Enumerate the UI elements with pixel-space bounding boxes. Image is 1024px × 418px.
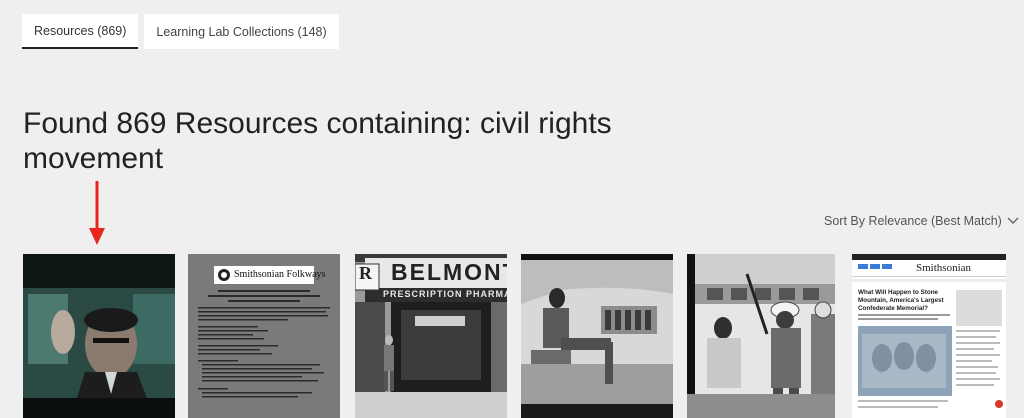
red-arrow-annotation-icon xyxy=(89,181,105,245)
tab-learning-lab-collections[interactable]: Learning Lab Collections (148) xyxy=(144,14,339,49)
sort-dropdown[interactable]: Sort By Relevance (Best Match) xyxy=(824,214,1019,228)
folkways-label: Smithsonian Folkways xyxy=(234,269,326,280)
rx-symbol: R xyxy=(359,263,372,283)
resource-thumbnail-6[interactable]: Smithsonian What Will Happen to Stone Mo… xyxy=(852,254,1006,418)
belmont-sign: BELMONT xyxy=(391,259,507,285)
resource-thumbnail-5[interactable] xyxy=(687,254,835,418)
article-brand: Smithsonian xyxy=(916,262,972,274)
results-heading: Found 869 Resources containing: civil ri… xyxy=(23,107,612,175)
sort-label: Sort By Relevance (Best Match) xyxy=(824,214,1002,228)
resource-grid: Smithsonian Folkways R BELMONT PRESCRIPT… xyxy=(0,254,1024,418)
results-tabs: Resources (869) Learning Lab Collections… xyxy=(22,14,339,49)
chevron-down-icon xyxy=(1007,217,1019,224)
resource-thumbnail-2[interactable]: Smithsonian Folkways xyxy=(188,254,340,418)
tab-resources[interactable]: Resources (869) xyxy=(22,14,139,49)
resource-thumbnail-1[interactable] xyxy=(23,254,175,418)
pharmacy-sign: PRESCRIPTION PHARMAC xyxy=(383,289,507,299)
resource-thumbnail-4[interactable] xyxy=(521,254,673,418)
article-title: What Will Happen to Stone Mountain, Amer… xyxy=(858,289,944,312)
resource-thumbnail-3[interactable]: R BELMONT PRESCRIPTION PHARMAC xyxy=(355,254,507,418)
